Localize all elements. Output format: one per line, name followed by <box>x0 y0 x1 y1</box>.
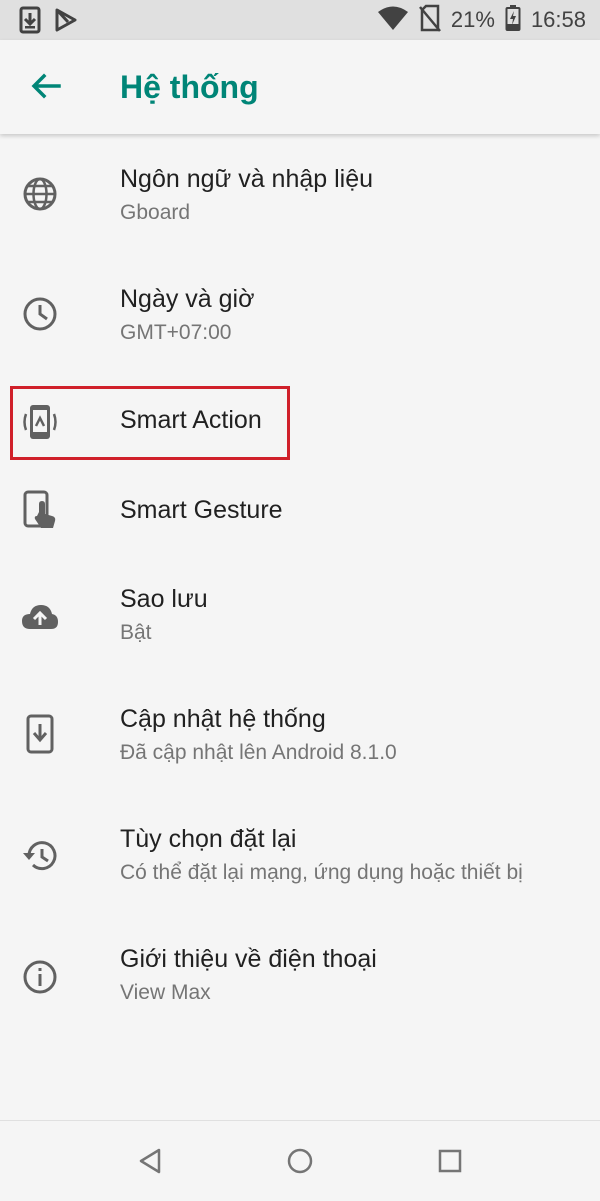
nav-back-button[interactable] <box>128 1141 172 1185</box>
item-subtitle: GMT+07:00 <box>120 321 232 344</box>
globe-icon <box>20 174 60 214</box>
item-title: Giới thiệu về điện thoại <box>120 945 377 973</box>
list-item-backup[interactable]: Sao lưu Bật <box>0 570 600 670</box>
item-subtitle: Có thể đặt lại mạng, ứng dụng hoặc thiết… <box>120 861 523 884</box>
home-circle-icon <box>286 1147 314 1180</box>
status-bar: 21% 16:58 <box>0 0 600 40</box>
download-icon <box>18 6 42 39</box>
item-title: Sao lưu <box>120 585 208 613</box>
item-subtitle: Đã cập nhật lên Android 8.1.0 <box>120 741 397 764</box>
battery-charging-icon <box>505 4 521 37</box>
back-triangle-icon <box>137 1147 163 1180</box>
restore-icon <box>20 836 60 876</box>
battery-percent: 21% <box>450 7 495 32</box>
smart-gesture-icon <box>20 490 60 530</box>
system-update-icon <box>20 714 60 754</box>
list-item-reset-options[interactable]: Tùy chọn đặt lại Có thể đặt lại mạng, ứn… <box>0 810 600 910</box>
list-item-date-time[interactable]: Ngày và giờ GMT+07:00 <box>0 270 600 370</box>
play-store-icon <box>54 6 78 39</box>
wifi-icon <box>377 5 409 36</box>
clock-time: 16:58 <box>530 7 586 32</box>
item-title: Smart Gesture <box>120 496 283 524</box>
item-title: Ngày và giờ <box>120 285 255 313</box>
app-bar: Hệ thống <box>0 40 600 134</box>
highlight-box <box>10 386 290 460</box>
nav-home-button[interactable] <box>278 1141 322 1185</box>
back-button[interactable] <box>20 64 72 112</box>
item-subtitle: Gboard <box>120 201 191 224</box>
list-item-system-update[interactable]: Cập nhật hệ thống Đã cập nhật lên Androi… <box>0 690 600 790</box>
item-title: Cập nhật hệ thống <box>120 705 326 733</box>
item-subtitle: Bật <box>120 621 152 644</box>
item-title: Ngôn ngữ và nhập liệu <box>120 165 374 193</box>
no-sim-icon <box>418 4 441 37</box>
list-item-smart-gesture[interactable]: Smart Gesture <box>0 470 600 556</box>
navigation-bar <box>0 1120 600 1201</box>
recents-square-icon <box>437 1148 463 1179</box>
cloud-upload-icon <box>20 596 60 636</box>
item-title: Tùy chọn đặt lại <box>120 825 297 853</box>
clock-icon <box>20 294 60 334</box>
page-title: Hệ thống <box>120 69 259 105</box>
item-subtitle: View Max <box>120 981 211 1004</box>
list-item-language[interactable]: Ngôn ngữ và nhập liệu Gboard <box>0 150 600 250</box>
info-icon <box>20 957 60 997</box>
list-item-about-phone[interactable]: Giới thiệu về điện thoại View Max <box>0 930 600 1030</box>
arrow-back-icon <box>31 73 61 104</box>
nav-recents-button[interactable] <box>428 1141 472 1185</box>
